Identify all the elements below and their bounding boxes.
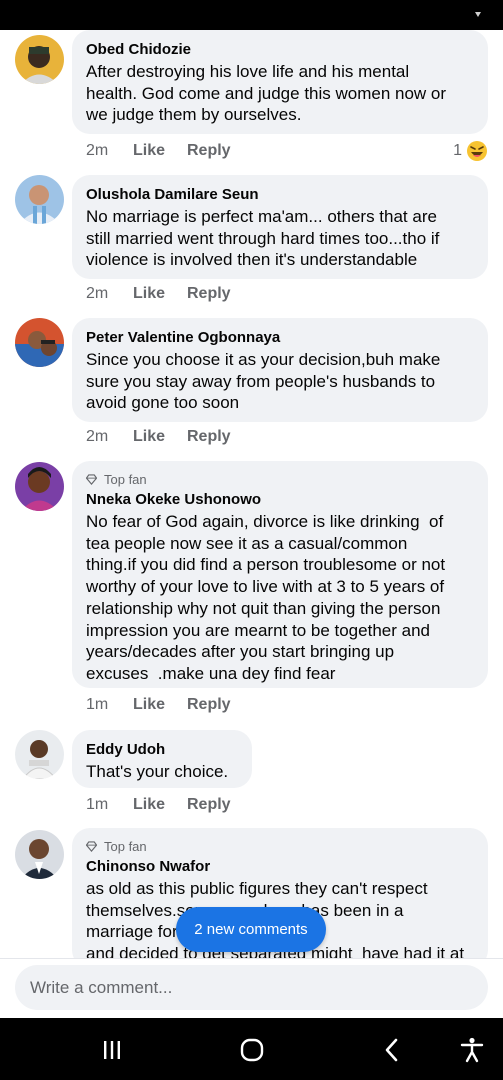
comment-bubble: Eddy Udoh That's your choice. — [72, 730, 252, 788]
top-fan-badge: Top fan — [86, 470, 474, 488]
reply-button[interactable]: Reply — [187, 696, 231, 714]
top-fan-label: Top fan — [104, 838, 147, 854]
comment-actions: 2m Like Reply — [86, 283, 231, 305]
comment-time: 2m — [86, 285, 109, 302]
like-button[interactable]: Like — [133, 696, 187, 714]
avatar[interactable] — [15, 35, 64, 84]
top-fan-label: Top fan — [104, 471, 147, 487]
comment-time: 2m — [86, 428, 109, 445]
comment-bubble: Peter Valentine Ogbonnaya Since you choo… — [72, 318, 488, 422]
signal-icon — [475, 12, 481, 17]
accessibility-icon[interactable] — [458, 1036, 486, 1064]
commenter-name[interactable]: Obed Chidozie — [86, 39, 474, 61]
like-button[interactable]: Like — [133, 796, 187, 814]
like-button[interactable]: Like — [133, 428, 187, 446]
comment-text: After destroying his love life and his m… — [86, 62, 447, 125]
avatar[interactable] — [15, 175, 64, 224]
new-comments-button[interactable]: 2 new comments — [176, 907, 326, 952]
reply-button[interactable]: Reply — [187, 796, 231, 814]
avatar[interactable] — [15, 318, 64, 367]
comment-actions: 2m Like Reply — [86, 140, 231, 162]
comment-time: 1m — [86, 696, 109, 713]
comment-bubble: Olushola Damilare Seun No marriage is pe… — [72, 175, 488, 279]
reply-button[interactable]: Reply — [187, 285, 231, 303]
comment-bubble: Top fan Nneka Okeke Ushonowo No fear of … — [72, 461, 488, 688]
commenter-name[interactable]: Nneka Okeke Ushonowo — [86, 489, 474, 511]
commenter-name[interactable]: Peter Valentine Ogbonnaya — [86, 327, 474, 349]
comments-feed[interactable]: Obed Chidozie After destroying his love … — [0, 30, 503, 958]
comment-text: No fear of God again, divorce is like dr… — [86, 512, 446, 683]
status-bar — [0, 0, 503, 30]
comment-actions: 1m Like Reply — [86, 694, 231, 716]
reaction-count: 1 — [453, 142, 462, 159]
home-icon[interactable] — [238, 1036, 266, 1064]
comment-actions: 2m Like Reply — [86, 426, 231, 448]
recent-apps-icon[interactable] — [98, 1036, 126, 1064]
reply-button[interactable]: Reply — [187, 142, 231, 160]
comment-text: That's your choice. — [86, 762, 229, 781]
comment-bubble: Obed Chidozie After destroying his love … — [72, 30, 488, 134]
android-nav-bar — [0, 1018, 503, 1080]
laughing-emoji-icon — [467, 141, 487, 161]
comment-actions: 1m Like Reply — [86, 794, 231, 816]
like-button[interactable]: Like — [133, 142, 187, 160]
like-button[interactable]: Like — [133, 285, 187, 303]
avatar[interactable] — [15, 830, 64, 879]
comment-input[interactable]: Write a comment... — [15, 965, 488, 1010]
diamond-icon — [86, 840, 97, 852]
reply-button[interactable]: Reply — [187, 428, 231, 446]
comment-text: Since you choose it as your decision,buh… — [86, 350, 441, 413]
commenter-name[interactable]: Chinonso Nwafor — [86, 856, 474, 878]
commenter-name[interactable]: Olushola Damilare Seun — [86, 184, 474, 206]
comment-time: 2m — [86, 142, 109, 159]
comment-composer: Write a comment... — [0, 958, 503, 1018]
avatar[interactable] — [15, 730, 64, 779]
top-fan-badge: Top fan — [86, 837, 474, 855]
diamond-icon — [86, 473, 97, 485]
commenter-name[interactable]: Eddy Udoh — [86, 739, 238, 761]
comment-time: 1m — [86, 796, 109, 813]
reaction-summary[interactable]: 1 — [453, 140, 488, 162]
avatar[interactable] — [15, 462, 64, 511]
comment-text: No marriage is perfect ma'am... others t… — [86, 207, 440, 270]
back-icon[interactable] — [378, 1036, 406, 1064]
